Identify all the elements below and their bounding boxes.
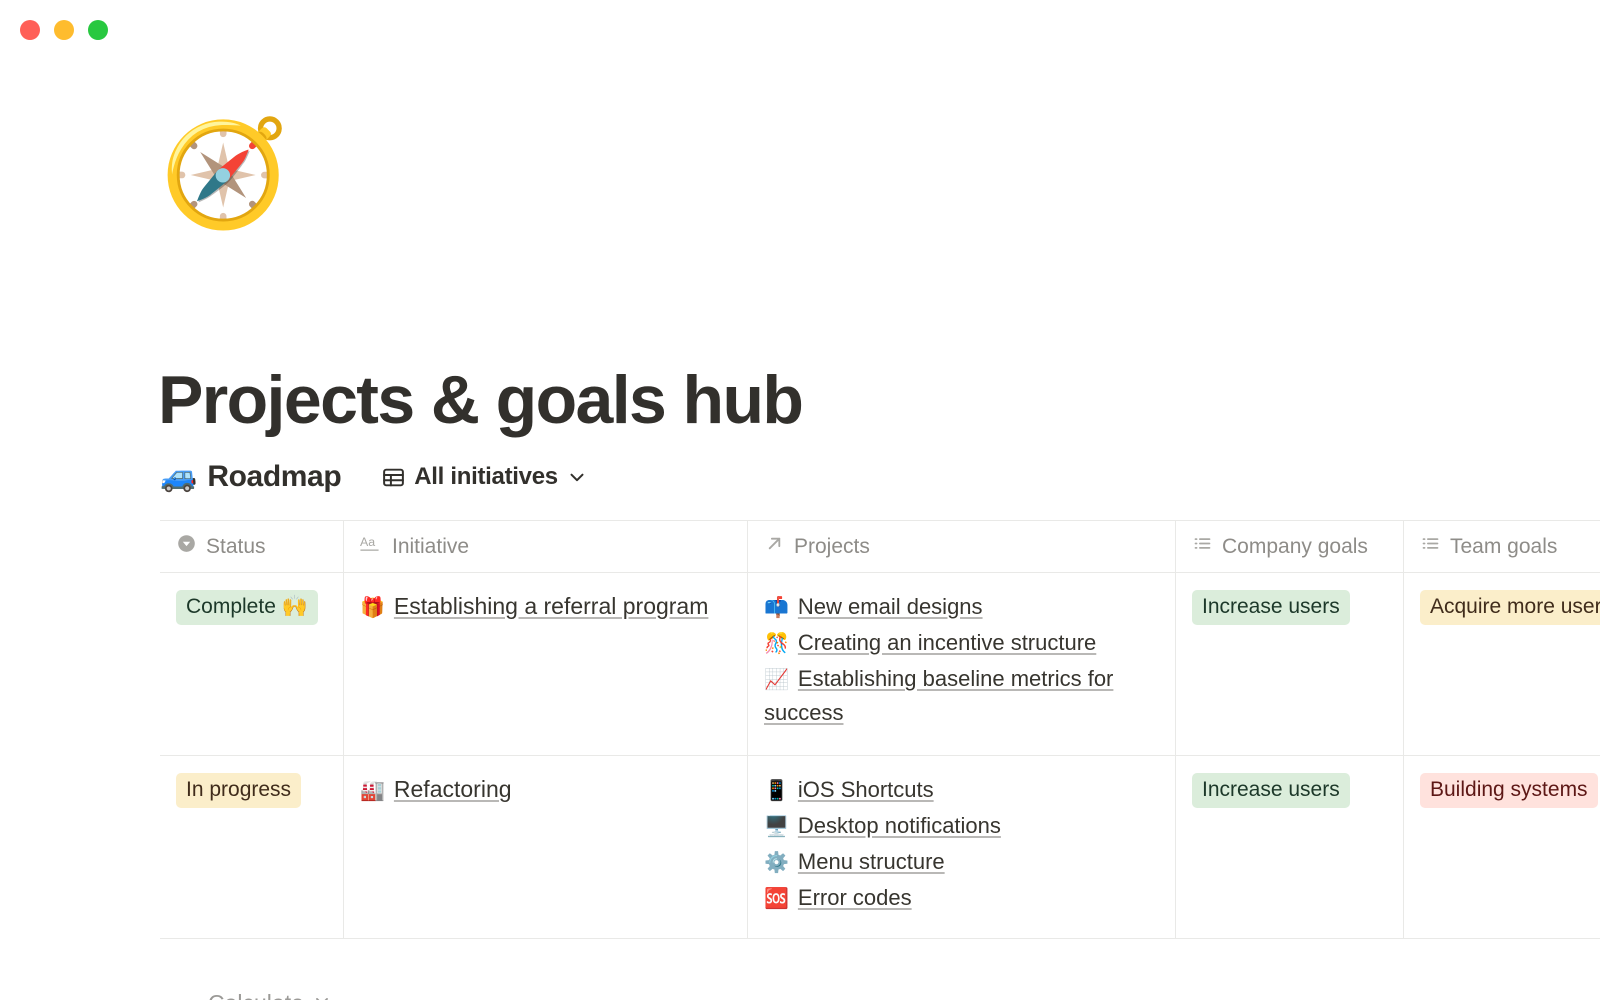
page-content: 🧭 Projects & goals hub 🚙 Roadmap All ini… [0,60,1600,1000]
car-icon: 🚙 [160,462,197,492]
column-header-label: Projects [794,535,870,559]
list-icon [1420,533,1441,560]
column-header-label: Company goals [1222,535,1368,559]
window-titlebar [0,0,1600,60]
initiative-label: Establishing a referral program [394,593,708,619]
column-header-projects[interactable]: Projects [748,521,1176,572]
cell-status[interactable]: Complete 🙌 [160,573,344,755]
initiative-link[interactable]: 🎁 Establishing a referral program [360,590,731,622]
company-goal-badge: Increase users [1192,590,1350,625]
project-link[interactable]: 🖥️ Desktop notifications [764,809,1159,843]
mobile-phone-icon: 📱 [764,780,789,802]
initiative-link[interactable]: 🏭 Refactoring [360,773,731,805]
team-goal-badge: Acquire more users [1420,590,1600,625]
column-header-initiative[interactable]: Aa Initiative [344,521,748,572]
cell-initiative[interactable]: 🎁 Establishing a referral program [344,573,748,755]
initiative-label: Refactoring [394,776,512,802]
project-link[interactable]: ⚙️ Menu structure [764,845,1159,879]
project-label: New email designs [798,594,983,619]
title-aa-icon: Aa [360,533,383,560]
minimize-button[interactable] [54,20,74,40]
cell-team-goals[interactable]: Acquire more users [1404,573,1600,755]
tab-label: All initiatives [414,463,558,491]
factory-icon: 🏭 [360,780,385,802]
column-header-label: Status [206,535,266,559]
desktop-computer-icon: 🖥️ [764,816,789,838]
project-label: iOS Shortcuts [798,777,934,802]
database-view-header: 🚙 Roadmap All initiatives [160,460,594,494]
cell-company-goals[interactable]: Increase users [1176,573,1404,755]
team-goal-badge: Building systems [1420,773,1598,808]
confetti-icon: 🎊 [764,633,789,655]
window-controls [20,20,108,40]
status-badge: In progress [176,773,301,808]
sos-icon: 🆘 [764,888,789,910]
gear-icon: ⚙️ [764,852,789,874]
cell-initiative[interactable]: 🏭 Refactoring [344,756,748,938]
status-badge: Complete 🙌 [176,590,318,625]
table-footer: Calculate [160,978,1600,1000]
project-link[interactable]: 🎊 Creating an incentive structure [764,626,1159,660]
cell-projects[interactable]: 📫 New email designs 🎊 Creating an incentiv… [748,573,1176,755]
calculate-label: Calculate [208,990,304,1000]
select-circle-icon [176,533,197,560]
column-header-status[interactable]: Status [160,521,344,572]
relation-arrow-icon [764,533,785,560]
chevron-down-icon [566,466,588,488]
table-grid-icon [381,465,406,490]
project-link[interactable]: 🆘 Error codes [764,881,1159,915]
cell-status[interactable]: In progress [160,756,344,938]
gift-icon: 🎁 [360,597,385,619]
maximize-button[interactable] [88,20,108,40]
calculate-button[interactable]: Calculate [208,990,332,1000]
table-header-row: Status Aa Initiative Pr [160,521,1600,573]
project-label: Menu structure [798,849,945,874]
page-title: Projects & goals hub [158,366,802,434]
chevron-down-icon [312,990,332,1000]
column-header-label: Initiative [392,535,469,559]
page-icon-compass[interactable]: 🧭 [160,122,290,226]
project-label: Error codes [798,885,912,910]
project-link[interactable]: 📫 New email designs [764,590,1159,624]
project-label: Creating an incentive structure [798,630,1096,655]
svg-text:Aa: Aa [360,535,375,549]
tab-all-initiatives[interactable]: All initiatives [375,460,594,494]
project-label: Establishing baseline metrics for succes… [764,666,1113,725]
column-header-label: Team goals [1450,535,1557,559]
column-header-team-goals[interactable]: Team goals [1404,521,1600,572]
chart-increasing-icon: 📈 [764,669,789,691]
cell-company-goals[interactable]: Increase users [1176,756,1404,938]
project-link[interactable]: 📱 iOS Shortcuts [764,773,1159,807]
company-goal-badge: Increase users [1192,773,1350,808]
project-label: Desktop notifications [798,813,1001,838]
database-title[interactable]: Roadmap [207,460,341,494]
close-button[interactable] [20,20,40,40]
table-row[interactable]: In progress 🏭 Refactoring 📱 iOS Shortcuts … [160,756,1600,939]
project-link[interactable]: 📈Establishing baseline metrics for succe… [764,662,1159,730]
list-icon [1192,533,1213,560]
cell-projects[interactable]: 📱 iOS Shortcuts 🖥️ Desktop notifications ⚙… [748,756,1176,938]
mailbox-icon: 📫 [764,597,789,619]
column-header-company-goals[interactable]: Company goals [1176,521,1404,572]
roadmap-table: Status Aa Initiative Pr [160,520,1600,939]
cell-team-goals[interactable]: Building systems [1404,756,1600,938]
table-row[interactable]: Complete 🙌 🎁 Establishing a referral prog… [160,573,1600,756]
